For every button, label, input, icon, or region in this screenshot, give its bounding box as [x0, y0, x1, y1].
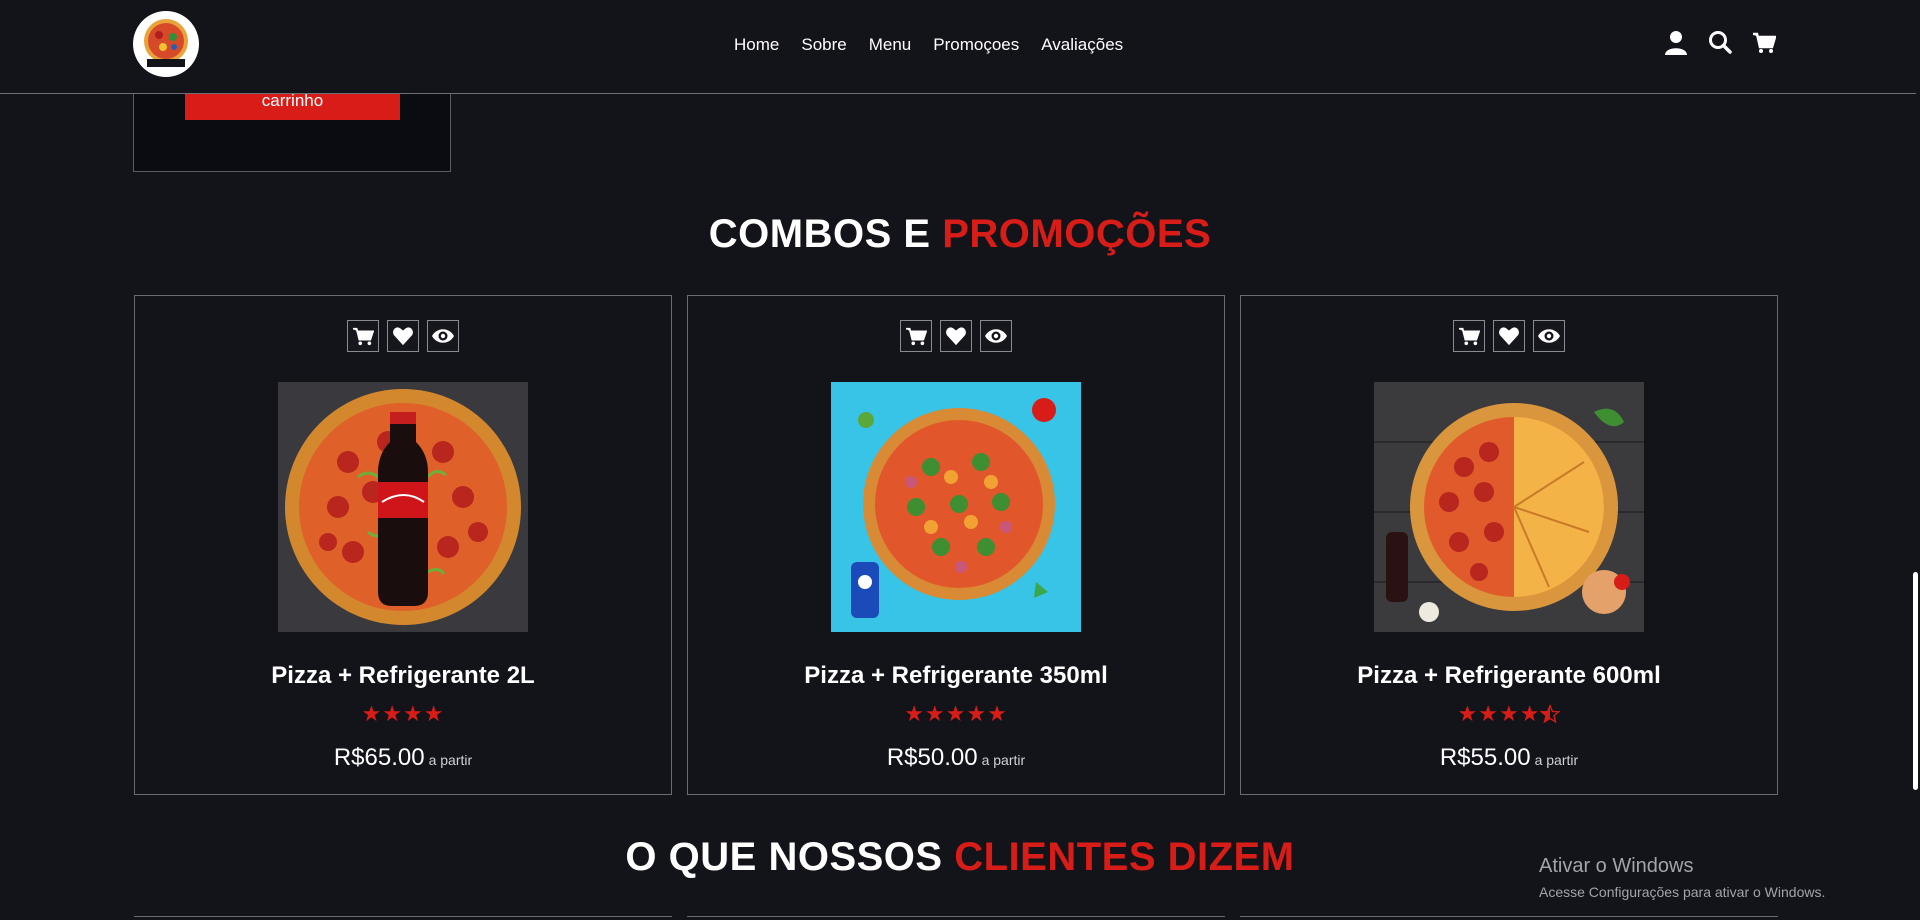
user-icon[interactable]: [1664, 30, 1688, 56]
cart-icon[interactable]: [347, 320, 379, 352]
product-image: [278, 382, 528, 632]
header-icons: [1664, 30, 1777, 56]
eye-icon[interactable]: [427, 320, 459, 352]
reviews-title-highlight: CLIENTES DIZEM: [954, 835, 1295, 879]
rating-stars: ★★★★: [361, 701, 445, 726]
main-nav: Home Sobre Menu Promoçoes Avaliações: [734, 35, 1145, 55]
nav-sobre[interactable]: Sobre: [801, 35, 846, 55]
product-image: [831, 382, 1081, 632]
promotions-title-main: COMBOS E: [708, 212, 943, 256]
price-value: R$55.00: [1439, 744, 1531, 771]
site-header: Home Sobre Menu Promoçoes Avaliações: [0, 0, 1916, 94]
price-value: R$50.00: [886, 744, 978, 771]
price-note: a partir: [1534, 752, 1579, 768]
review-card-edge: [1240, 916, 1778, 920]
product-name: Pizza + Refrigerante 2L: [271, 662, 535, 689]
heart-icon[interactable]: [387, 320, 419, 352]
review-card-edge: [687, 916, 1225, 920]
cart-icon[interactable]: [1453, 320, 1485, 352]
rating-stars-full: ★★★★: [1457, 701, 1541, 726]
nav-menu[interactable]: Menu: [869, 35, 912, 55]
reviews-title-main: O QUE NOSSOS: [625, 835, 955, 879]
nav-avaliacoes[interactable]: Avaliações: [1041, 35, 1123, 55]
cart-icon[interactable]: [1752, 30, 1777, 56]
price-block: R$65.00 a partir: [135, 744, 671, 772]
nav-promocoes[interactable]: Promoçoes: [933, 35, 1019, 55]
watermark-subtitle: Acesse Configurações para ativar o Windo…: [1539, 884, 1826, 900]
heart-icon[interactable]: [1493, 320, 1525, 352]
scrollbar-thumb[interactable]: [1913, 572, 1918, 790]
product-name: Pizza + Refrigerante 350ml: [804, 662, 1108, 689]
card-actions: [688, 320, 1224, 352]
price-note: a partir: [981, 752, 1026, 768]
promo-card: Pizza + Refrigerante 2L ★★★★ R$65.00 a pa…: [134, 295, 672, 795]
card-actions: [135, 320, 671, 352]
page-scrollbar[interactable]: [1912, 0, 1920, 920]
price-block: R$50.00 a partir: [688, 744, 1224, 772]
review-card-edge: [134, 916, 672, 920]
search-icon[interactable]: [1708, 30, 1732, 56]
rating-stars: ★★★★★: [904, 701, 1008, 726]
heart-icon[interactable]: [940, 320, 972, 352]
eye-icon[interactable]: [1533, 320, 1565, 352]
promotions-title: COMBOS E PROMOÇÕES: [0, 212, 1920, 257]
price-note: a partir: [428, 752, 473, 768]
promotions-title-highlight: PROMOÇÕES: [942, 212, 1212, 256]
promo-card: Pizza + Refrigerante 600ml ★★★★ R$55.00 a…: [1240, 295, 1778, 795]
windows-activation-watermark: Ativar o Windows Acesse Configurações pa…: [1539, 855, 1825, 900]
half-star-icon: [1540, 701, 1561, 724]
card-actions: [1241, 320, 1777, 352]
rating-stars: ★★★★: [1241, 701, 1777, 727]
product-name: Pizza + Refrigerante 600ml: [1357, 662, 1661, 689]
product-image: [1374, 382, 1644, 632]
nav-home[interactable]: Home: [734, 35, 779, 55]
price-block: R$55.00 a partir: [1241, 744, 1777, 772]
pizza-logo[interactable]: [133, 11, 199, 77]
price-value: R$65.00: [333, 744, 425, 771]
cart-icon[interactable]: [900, 320, 932, 352]
watermark-title: Ativar o Windows: [1539, 855, 1694, 877]
promo-card: Pizza + Refrigerante 350ml ★★★★★ R$50.00…: [687, 295, 1225, 795]
eye-icon[interactable]: [980, 320, 1012, 352]
